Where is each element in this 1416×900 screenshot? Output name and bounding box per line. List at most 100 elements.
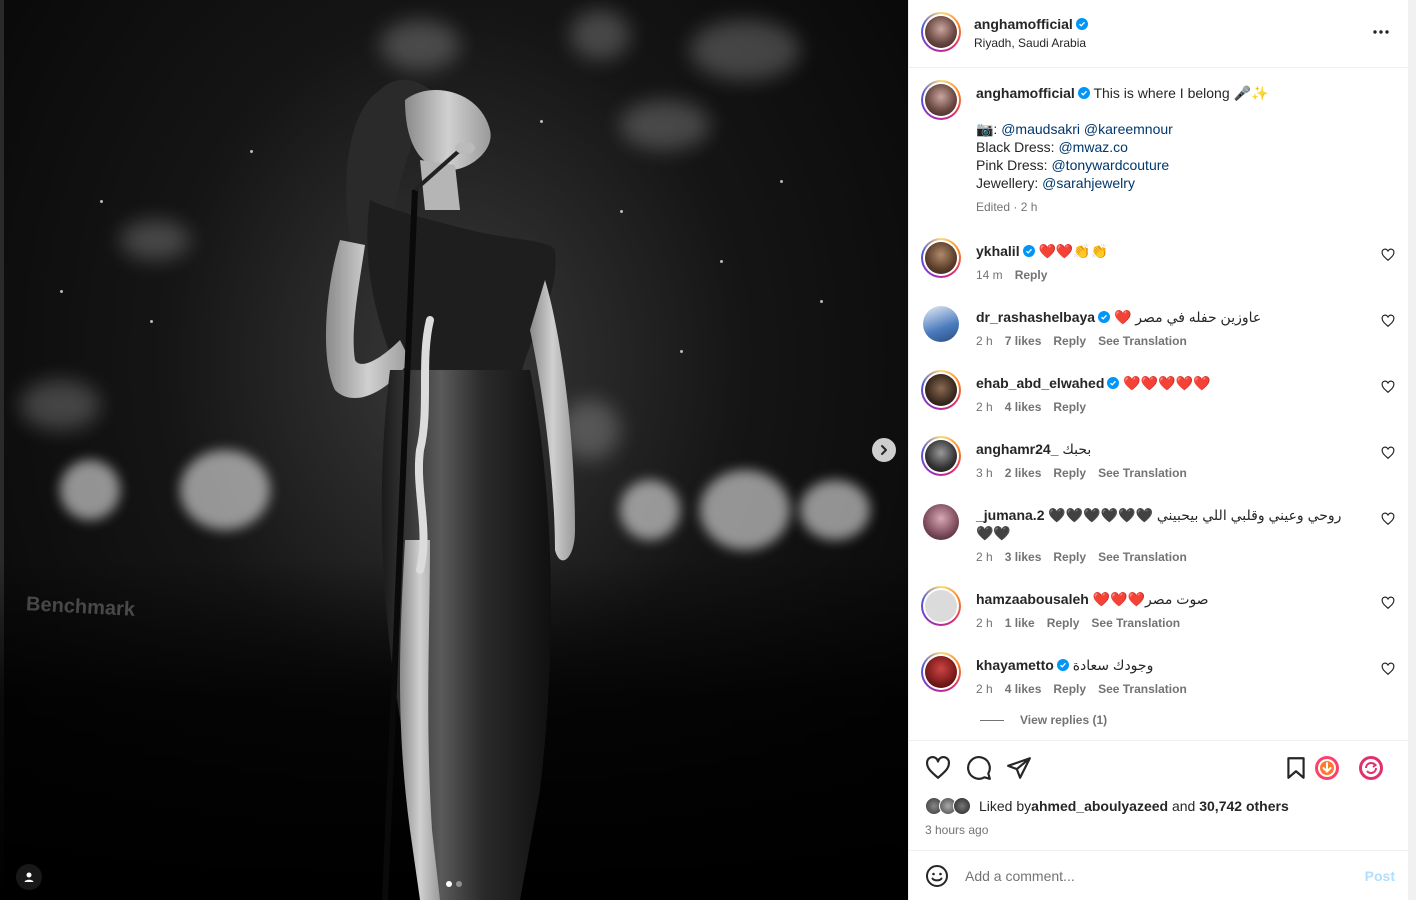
heart-icon[interactable]: [1381, 512, 1395, 526]
comment-likes[interactable]: 1 like: [1005, 614, 1035, 632]
see-translation-button[interactable]: See Translation: [1098, 332, 1187, 350]
edited-label: Edited: [976, 200, 1011, 214]
black-dress-label: Black Dress:: [976, 139, 1059, 155]
comments-list[interactable]: anghamofficial This is where I belong 🎤✨…: [909, 68, 1409, 740]
commenter-avatar[interactable]: [921, 436, 961, 476]
reply-button[interactable]: Reply: [1053, 680, 1086, 698]
post-location[interactable]: Riyadh, Saudi Arabia: [974, 36, 1086, 50]
heart-icon[interactable]: [1381, 662, 1395, 676]
comment-text: عاوزين حفله في مصر ❤️: [1113, 309, 1262, 325]
reply-button[interactable]: Reply: [1053, 398, 1086, 416]
comment-time[interactable]: 14 m: [976, 266, 1003, 284]
bokeh-light: [20, 380, 100, 430]
user-tags-button[interactable]: [16, 864, 42, 890]
heart-icon[interactable]: [1381, 314, 1395, 328]
caption-avatar[interactable]: [921, 80, 961, 120]
liker-avatars[interactable]: [925, 797, 971, 815]
likes-others-link[interactable]: 30,742 others: [1199, 798, 1289, 814]
page-scrollbar[interactable]: [1408, 0, 1416, 900]
heart-icon[interactable]: [1381, 380, 1395, 394]
bookmark-icon[interactable]: [1283, 755, 1309, 781]
add-comment-bar: Post: [909, 850, 1409, 900]
verified-badge-icon: [1077, 87, 1090, 99]
commenter-username[interactable]: ykhalil: [976, 243, 1020, 259]
commenter-avatar[interactable]: [923, 504, 959, 540]
commenter-username[interactable]: anghamr24_: [976, 441, 1058, 457]
see-translation-button[interactable]: See Translation: [1098, 680, 1187, 698]
mention-link[interactable]: @maudsakri: [1001, 121, 1080, 137]
comment-input[interactable]: [965, 864, 1345, 888]
liker-username[interactable]: ahmed_aboulyazeed: [1031, 798, 1168, 814]
commenter-username[interactable]: ehab_abd_elwahed: [976, 375, 1104, 391]
see-translation-button[interactable]: See Translation: [1098, 548, 1187, 566]
jewellery-label: Jewellery:: [976, 175, 1043, 191]
commenter-avatar[interactable]: [921, 652, 961, 692]
comment-likes[interactable]: 3 likes: [1005, 548, 1042, 566]
reply-button[interactable]: Reply: [1047, 614, 1080, 632]
sparkle: [720, 260, 723, 263]
mention-link[interactable]: @kareemnour: [1084, 121, 1173, 137]
mention-link[interactable]: @sarahjewelry: [1042, 175, 1135, 191]
heart-icon[interactable]: [1381, 248, 1395, 262]
comment-time[interactable]: 2 h: [976, 332, 993, 350]
more-horizontal-icon[interactable]: [1371, 24, 1391, 40]
comment-time[interactable]: 2 h: [976, 680, 993, 698]
mention-link[interactable]: @tonywardcouture: [1051, 157, 1169, 173]
repost-extension-icon[interactable]: [1358, 755, 1384, 781]
sparkle: [100, 200, 103, 203]
likes-summary: Liked by ahmed_aboulyazeed and 30,742 ot…: [925, 797, 1289, 815]
post-time[interactable]: 3 hours ago: [925, 823, 988, 837]
comment-text: بحبك: [1062, 441, 1092, 457]
comment-bubble-icon[interactable]: [966, 755, 992, 781]
sparkle: [820, 300, 823, 303]
comment-time[interactable]: 2 h: [976, 614, 993, 632]
next-photo-button[interactable]: [872, 438, 896, 462]
post-actions: Liked by ahmed_aboulyazeed and 30,742 ot…: [909, 740, 1409, 850]
caption-username[interactable]: anghamofficial: [976, 85, 1075, 101]
reply-button[interactable]: Reply: [1015, 266, 1048, 284]
verified-badge-icon: [1022, 245, 1035, 257]
paper-plane-icon[interactable]: [1006, 755, 1032, 781]
commenter-avatar[interactable]: [921, 586, 961, 626]
edited-time[interactable]: 2 h: [1021, 200, 1038, 214]
reply-button[interactable]: Reply: [1053, 464, 1086, 482]
reply-button[interactable]: Reply: [1053, 548, 1086, 566]
commenter-username[interactable]: _jumana.2: [976, 507, 1044, 523]
comment-likes[interactable]: 7 likes: [1005, 332, 1042, 350]
commenter-avatar[interactable]: [923, 306, 959, 342]
commenter-avatar[interactable]: [921, 238, 961, 278]
bokeh-light: [380, 20, 460, 70]
comment-likes[interactable]: 2 likes: [1005, 464, 1042, 482]
comment-time[interactable]: 2 h: [976, 548, 993, 566]
comment-time[interactable]: 2 h: [976, 398, 993, 416]
download-extension-icon[interactable]: [1314, 755, 1340, 781]
mention-link[interactable]: @mwaz.co: [1058, 139, 1127, 155]
post-photo[interactable]: Benchmark: [0, 0, 908, 900]
bokeh-light: [570, 10, 630, 60]
comment-likes[interactable]: 4 likes: [1005, 680, 1042, 698]
emoji-smile-icon[interactable]: [925, 864, 949, 888]
comment-text: وجودك سعادة: [1072, 657, 1154, 673]
verified-badge-icon: [1107, 377, 1120, 389]
commenter-username[interactable]: khayametto: [976, 657, 1054, 673]
heart-icon[interactable]: [1381, 446, 1395, 460]
liker-avatar: [953, 797, 971, 815]
view-replies-button[interactable]: View replies (1): [980, 713, 1107, 727]
see-translation-button[interactable]: See Translation: [1091, 614, 1180, 632]
see-translation-button[interactable]: See Translation: [1098, 464, 1187, 482]
commenter-username[interactable]: hamzaabousaleh: [976, 591, 1089, 607]
bokeh-light: [700, 470, 790, 550]
bokeh-light: [690, 20, 800, 80]
heart-icon[interactable]: [925, 755, 951, 781]
comment-likes[interactable]: 4 likes: [1005, 398, 1042, 416]
post-comment-button[interactable]: Post: [1365, 868, 1395, 884]
heart-icon[interactable]: [1381, 596, 1395, 610]
author-avatar[interactable]: [921, 12, 961, 52]
author-username[interactable]: anghamofficial: [974, 16, 1088, 32]
commenter-username[interactable]: dr_rashashelbaya: [976, 309, 1095, 325]
bokeh-light: [800, 480, 870, 540]
commenter-avatar[interactable]: [921, 370, 961, 410]
reply-button[interactable]: Reply: [1053, 332, 1086, 350]
chevron-right-icon: [881, 445, 887, 455]
comment-time[interactable]: 3 h: [976, 464, 993, 482]
